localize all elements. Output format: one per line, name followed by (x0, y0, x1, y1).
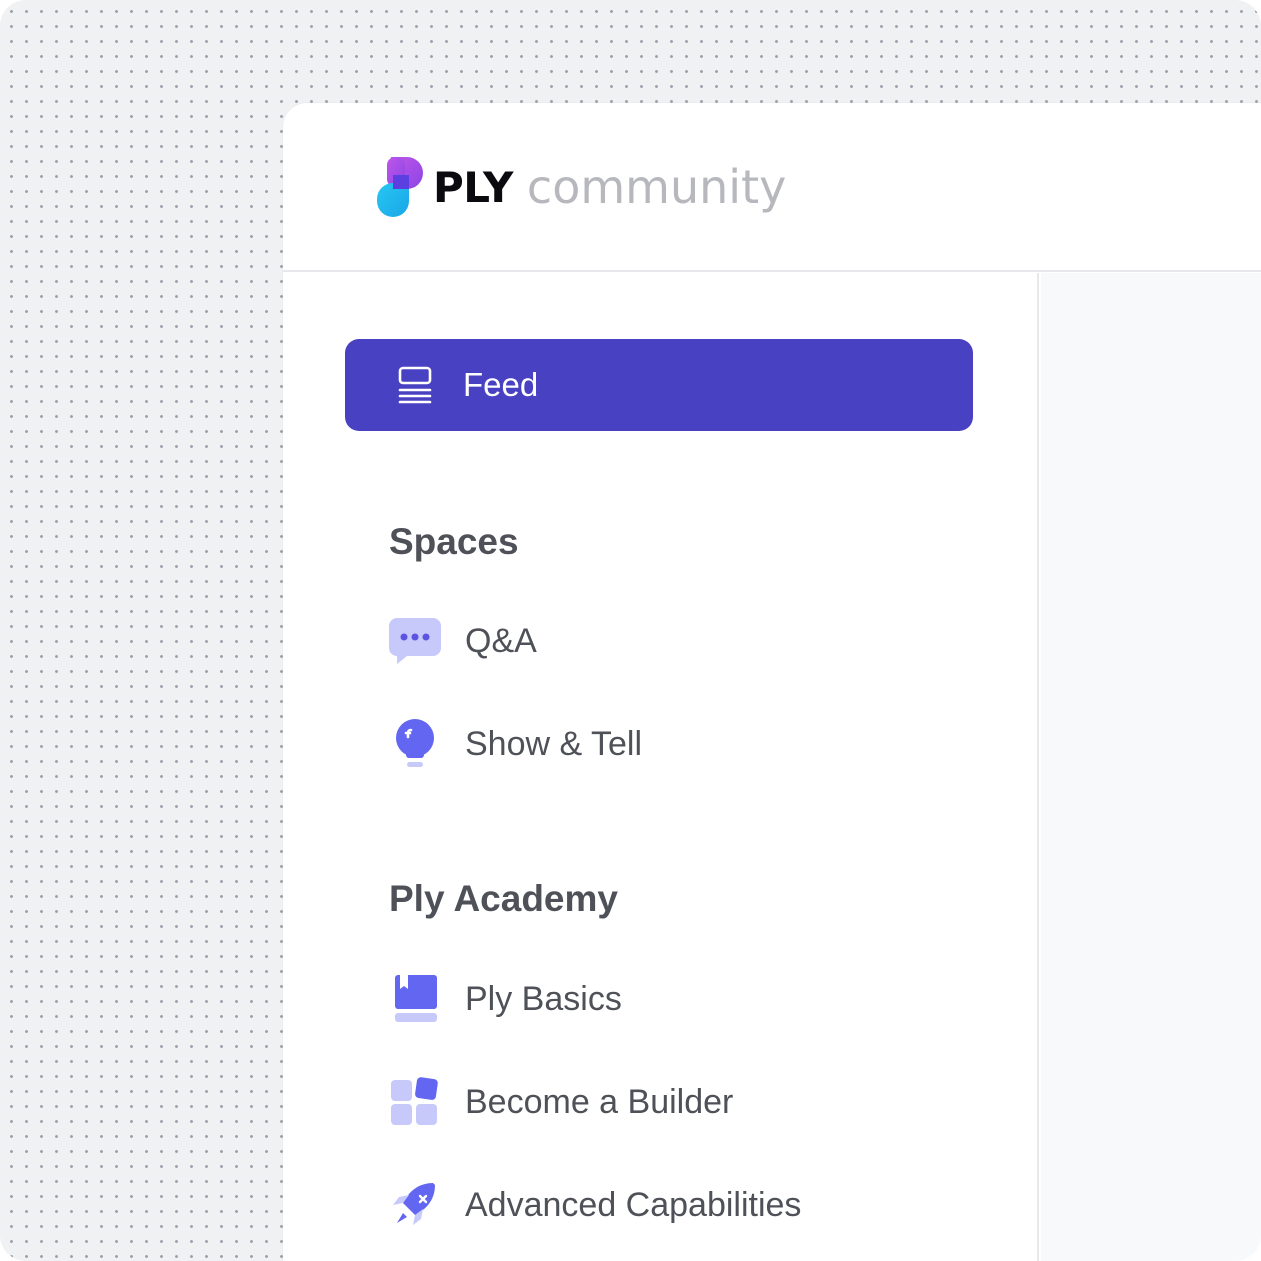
sidebar-item-label: Ply Basics (465, 979, 622, 1018)
content-area: Feed Spaces Q&A Show & Tell Ply Academy … (283, 273, 1261, 1261)
brand-name: PLY (433, 162, 513, 212)
feed-icon (398, 366, 432, 404)
section-title-spaces: Spaces (389, 521, 519, 562)
app-window: PLY community Feed Spaces Q&A Show & Tel… (283, 103, 1261, 1261)
sidebar-item-label: Show & Tell (465, 724, 643, 763)
dotted-background: PLY community Feed Spaces Q&A Show & Tel… (0, 0, 1261, 1261)
logo[interactable]: PLY community (377, 157, 786, 217)
chat-bubble-icon (389, 615, 441, 667)
header: PLY community (283, 103, 1261, 272)
sidebar-item-show-tell[interactable]: Show & Tell (389, 714, 642, 774)
sidebar-item-label: Become a Builder (465, 1082, 734, 1121)
rocket-icon (389, 1179, 441, 1231)
sidebar-item-label: Feed (463, 366, 539, 403)
main-panel (1041, 273, 1261, 1261)
brand-subtitle: community (526, 160, 787, 214)
sidebar-item-ply-basics[interactable]: Ply Basics (389, 969, 622, 1029)
sidebar-item-label: Advanced Capabilities (465, 1185, 802, 1224)
sidebar: Feed Spaces Q&A Show & Tell Ply Academy … (283, 273, 1039, 1261)
sidebar-item-become-builder[interactable]: Become a Builder (389, 1072, 733, 1132)
sidebar-item-label: Q&A (465, 621, 537, 660)
ply-logo-icon (377, 157, 423, 217)
book-icon (389, 973, 441, 1025)
sidebar-item-feed[interactable]: Feed (345, 339, 973, 431)
lightbulb-icon (389, 718, 441, 770)
sidebar-item-advanced-capabilities[interactable]: Advanced Capabilities (389, 1175, 801, 1235)
section-title-ply-academy: Ply Academy (389, 878, 618, 919)
blocks-icon (389, 1076, 441, 1128)
sidebar-item-qa[interactable]: Q&A (389, 611, 537, 671)
